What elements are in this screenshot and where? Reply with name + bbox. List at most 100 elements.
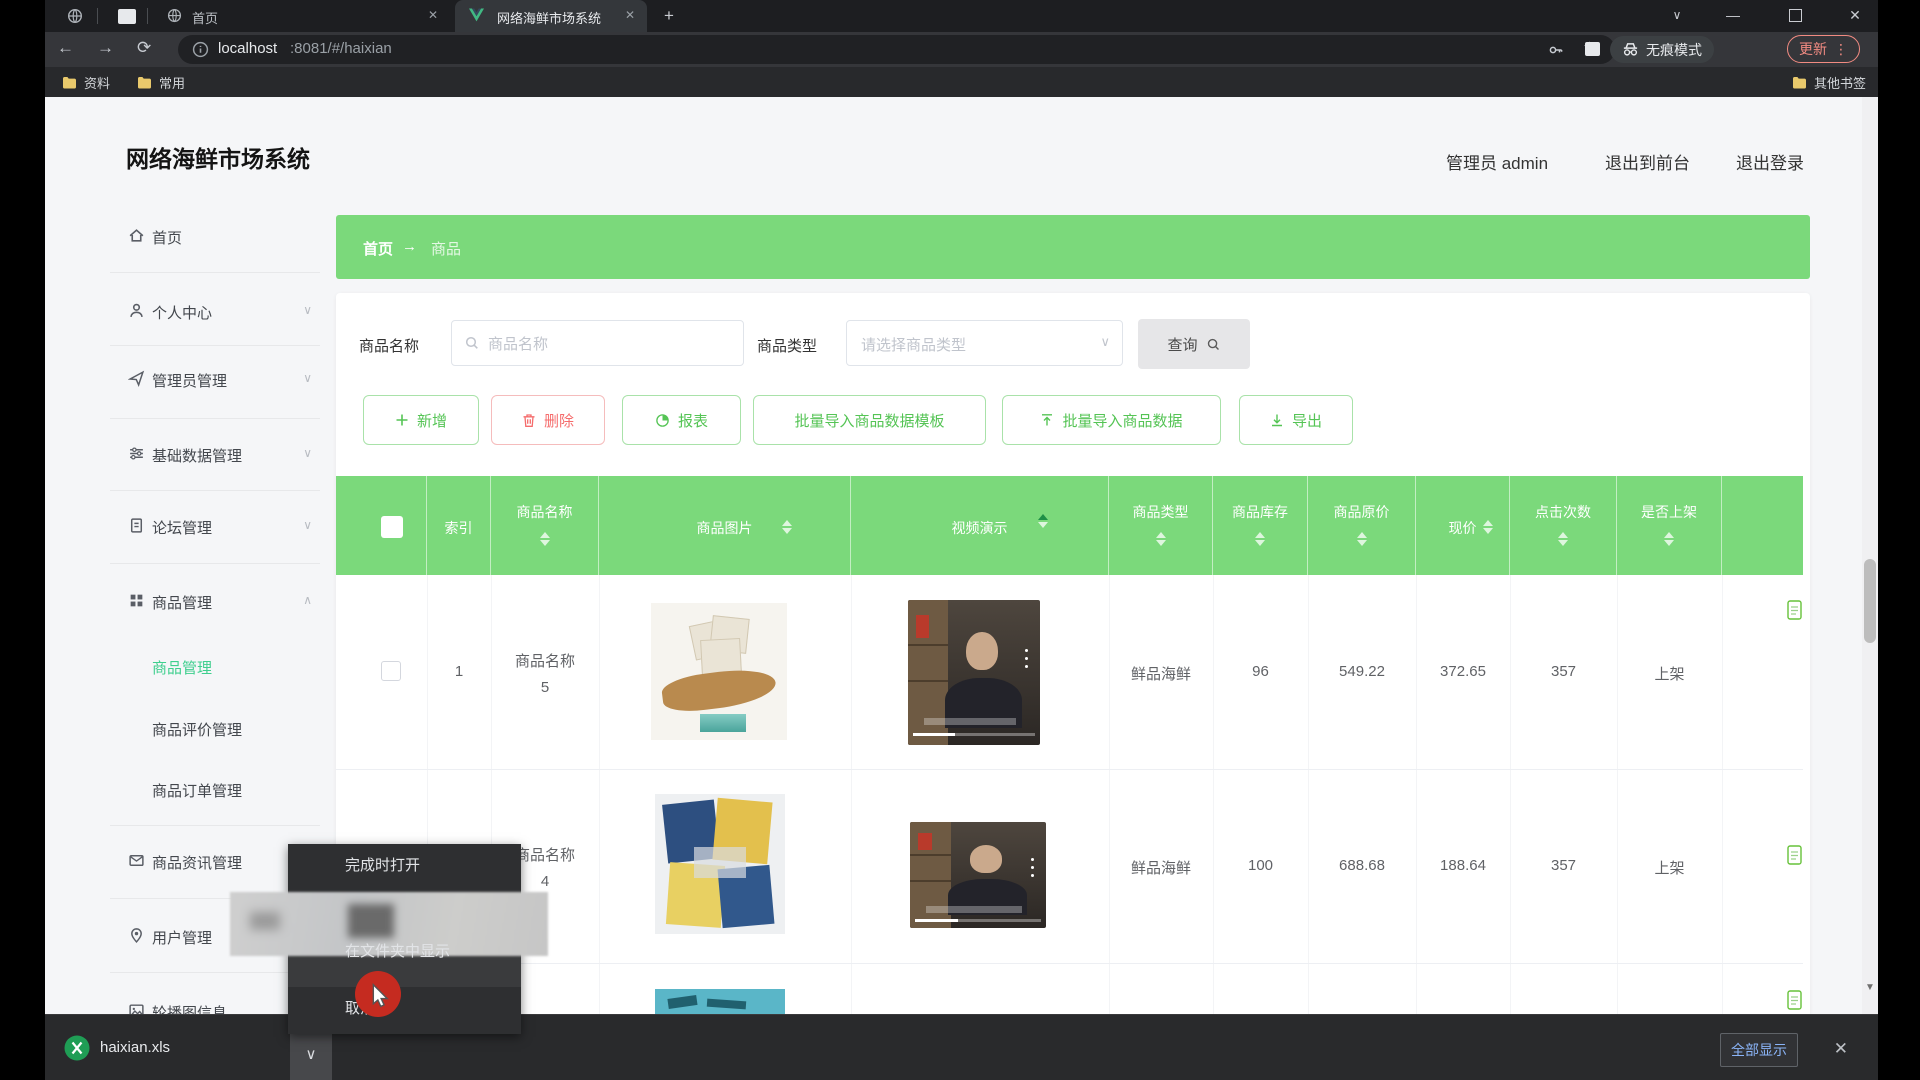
close-downloads-bar-icon[interactable]: ✕ — [1834, 1039, 1848, 1059]
header-cell-actions — [1722, 476, 1803, 575]
video-thumbnail[interactable] — [910, 822, 1046, 928]
tab-close-icon[interactable]: ✕ — [428, 8, 438, 22]
header-cell-checkbox — [336, 476, 427, 575]
url-path: :8081/#/haixian — [290, 40, 392, 57]
header-cell-stock[interactable]: 商品库存 — [1213, 476, 1308, 575]
cell-type: 鲜品海鲜 — [1109, 663, 1213, 684]
pinned-tab-page[interactable] — [118, 9, 136, 24]
header-cell-name[interactable]: 商品名称 — [491, 476, 599, 575]
other-bookmarks[interactable]: 其他书签 — [1792, 73, 1866, 92]
document-icon[interactable] — [1787, 845, 1803, 866]
sort-carets-active[interactable] — [1038, 514, 1048, 528]
update-button[interactable]: 更新 ⋮ — [1787, 35, 1860, 63]
sidebar-item-personal-center[interactable]: 个人中心 ∨ — [110, 300, 320, 322]
export-button[interactable]: 导出 — [1239, 395, 1353, 445]
header-cell-status[interactable]: 是否上架 — [1617, 476, 1722, 575]
scrollbar-down-arrow-icon[interactable]: ▼ — [1865, 982, 1875, 993]
new-tab-button[interactable]: + — [657, 5, 681, 27]
pinned-tab-globe[interactable] — [67, 8, 83, 24]
search-icon — [1206, 337, 1221, 352]
product-type-select[interactable]: 请选择商品类型 ∨ — [846, 320, 1123, 366]
tab-search-chevron[interactable]: ∨ — [1657, 0, 1697, 30]
row-divider — [336, 769, 1803, 770]
header-cell-type[interactable]: 商品类型 — [1109, 476, 1213, 575]
menu-dots-icon[interactable]: ⋮ — [1834, 41, 1848, 58]
tab-seafood-system[interactable]: 网络海鲜市场系统 ✕ — [455, 0, 647, 32]
report-button[interactable]: 报表 — [622, 395, 741, 445]
sidebar-item-admin-management[interactable]: 管理员管理 ∨ — [110, 368, 320, 390]
minimize-button[interactable]: — — [1713, 0, 1753, 30]
cell-clicks: 357 — [1510, 663, 1617, 680]
incognito-badge: 无痕模式 — [1610, 36, 1714, 63]
video-thumbnail[interactable] — [908, 600, 1040, 745]
sidebar-item-base-data[interactable]: 基础数据管理 ∨ — [110, 443, 320, 465]
document-icon[interactable] — [1787, 600, 1803, 621]
bookmark-folder-changyong[interactable]: 常用 — [137, 73, 185, 92]
menu-item-cancel[interactable]: 取消 — [288, 991, 521, 1027]
reload-button[interactable]: ⟳ — [137, 38, 151, 58]
url-field[interactable]: localhost :8081/#/haixian ☆ — [178, 35, 1615, 64]
header-cell-image[interactable]: 商品图片 — [599, 476, 851, 575]
sort-asc-active-icon[interactable] — [1038, 514, 1048, 520]
sidebar-item-home[interactable]: 首页 — [110, 225, 320, 247]
sort-carets[interactable] — [1483, 520, 1493, 534]
breadcrumb-current: 商品 — [431, 238, 461, 259]
key-icon[interactable] — [1548, 42, 1564, 58]
sort-desc-icon[interactable] — [540, 540, 550, 546]
add-button[interactable]: 新增 — [363, 395, 479, 445]
globe-icon — [167, 8, 182, 23]
exit-to-front-link[interactable]: 退出到前台 — [1605, 149, 1690, 174]
forward-button[interactable]: → — [97, 38, 114, 58]
tab-home[interactable]: 首页 ✕ — [150, 0, 450, 32]
page-scrollbar[interactable]: ▼ — [1862, 97, 1878, 1014]
sidebar-subitem-product-review[interactable]: 商品评价管理 — [110, 717, 320, 739]
sort-carets[interactable] — [782, 520, 792, 534]
header-cell-price[interactable]: 现价 — [1416, 476, 1510, 575]
sliders-icon — [128, 445, 145, 462]
delete-button[interactable]: 删除 — [491, 395, 605, 445]
scrollbar-thumb[interactable] — [1864, 559, 1876, 643]
video-menu-dots-icon[interactable] — [1025, 649, 1028, 668]
menu-item-open-when-done[interactable]: 完成时打开 — [288, 848, 521, 884]
tab-close-icon[interactable]: ✕ — [625, 8, 635, 22]
back-button[interactable]: ← — [57, 38, 74, 58]
product-image[interactable] — [651, 603, 787, 740]
sidebar-subitem-product-management[interactable]: 商品管理 — [110, 655, 320, 677]
menu-item-show-in-folder-label[interactable]: 在文件夹中显示 — [345, 940, 450, 961]
sidebar-label: 个人中心 — [152, 302, 212, 323]
show-all-downloads-button[interactable]: 全部显示 — [1720, 1033, 1798, 1067]
header-cell-original-price[interactable]: 商品原价 — [1308, 476, 1416, 575]
extension-icon[interactable] — [1585, 42, 1600, 56]
bookmark-label: 资料 — [84, 73, 110, 92]
sidebar-subitem-product-order[interactable]: 商品订单管理 — [110, 778, 320, 800]
logout-link[interactable]: 退出登录 — [1736, 149, 1804, 174]
sidebar-item-product-management[interactable]: 商品管理 ∧ — [110, 590, 320, 612]
header-cell-video[interactable]: 视频演示 — [851, 476, 1109, 575]
restore-button[interactable] — [1775, 0, 1815, 30]
download-chevron-button[interactable]: ∨ — [290, 1033, 332, 1080]
product-image[interactable] — [655, 794, 785, 934]
info-icon[interactable] — [192, 41, 209, 58]
close-window-button[interactable]: ✕ — [1835, 0, 1875, 30]
video-menu-dots-icon[interactable] — [1031, 858, 1034, 877]
import-template-button[interactable]: 批量导入商品数据模板 — [753, 395, 986, 445]
sidebar-label: 论坛管理 — [152, 517, 212, 538]
import-template-label: 批量导入商品数据模板 — [794, 410, 944, 431]
row-checkbox[interactable] — [381, 661, 401, 681]
bookmark-folder-ziliao[interactable]: 资料 — [62, 73, 110, 92]
sort-asc-icon[interactable] — [540, 532, 550, 538]
tab-title: 网络海鲜市场系统 — [497, 8, 601, 27]
product-name-input[interactable] — [452, 321, 781, 367]
download-filename[interactable]: haixian.xls — [100, 1039, 170, 1056]
sidebar-item-forum[interactable]: 论坛管理 ∨ — [110, 515, 320, 537]
product-image[interactable] — [655, 989, 785, 1015]
breadcrumb-home[interactable]: 首页 — [363, 238, 393, 259]
search-button[interactable]: 查询 — [1138, 319, 1250, 369]
upload-icon — [1040, 413, 1054, 427]
import-data-button[interactable]: 批量导入商品数据 — [1002, 395, 1221, 445]
select-all-checkbox[interactable] — [381, 516, 403, 538]
header-cell-clicks[interactable]: 点击次数 — [1510, 476, 1617, 575]
chevron-down-icon: ∨ — [303, 371, 312, 385]
document-icon[interactable] — [1787, 990, 1803, 1011]
sidebar-divider — [110, 490, 320, 491]
